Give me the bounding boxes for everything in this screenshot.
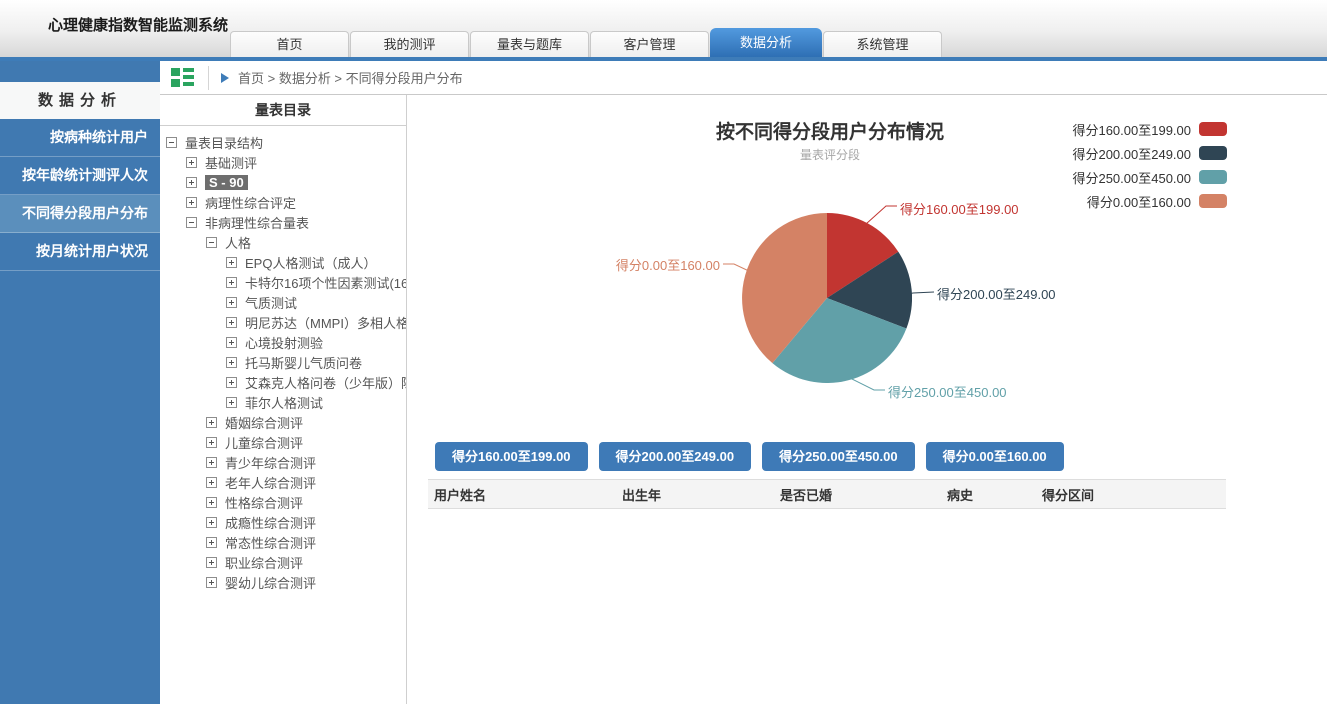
tree-node[interactable]: 明尼苏达（MMPI）多相人格测试 (160, 312, 406, 332)
expand-icon[interactable] (206, 517, 217, 528)
breadcrumb: 首页 > 数据分析 > 不同得分段用户分布 (238, 68, 463, 87)
tree-node[interactable]: 成瘾性综合测评 (160, 512, 406, 532)
tree-node[interactable]: 托马斯婴儿气质问卷 (160, 352, 406, 372)
sidebar-title: 数据分析 (0, 82, 160, 119)
collapse-icon[interactable] (206, 237, 217, 248)
column-header-birth-year: 出生年 (616, 485, 774, 504)
tab-system-management[interactable]: 系统管理 (823, 31, 942, 57)
legend-item-160-199[interactable]: 得分160.00至199.00 (1072, 117, 1227, 141)
scale-catalog-tree: 量表目录结构 基础测评 S - 90 病理性综合评定 非病理性综合量表 人格 E… (160, 126, 406, 592)
expand-icon[interactable] (206, 537, 217, 548)
expand-icon[interactable] (186, 157, 197, 168)
legend-swatch-teal (1199, 170, 1227, 184)
legend-swatch-red (1199, 122, 1227, 136)
expand-icon[interactable] (206, 437, 217, 448)
app-title: 心理健康指数智能监测系统 (48, 14, 228, 35)
tree-node[interactable]: 非病理性综合量表 (160, 212, 406, 232)
legend-item-200-249[interactable]: 得分200.00至249.00 (1072, 141, 1227, 165)
tree-node[interactable]: 气质测试 (160, 292, 406, 312)
sidebar-item-score-range-distribution[interactable]: 不同得分段用户分布 (0, 195, 160, 233)
expand-icon[interactable] (226, 297, 237, 308)
column-header-username: 用户姓名 (428, 485, 616, 504)
legend-item-0-160[interactable]: 得分0.00至160.00 (1072, 189, 1227, 213)
tree-node[interactable]: 常态性综合测评 (160, 532, 406, 552)
tree-node[interactable]: 老年人综合测评 (160, 472, 406, 492)
collapse-icon[interactable] (166, 137, 177, 148)
tab-my-assessments[interactable]: 我的测评 (350, 31, 469, 57)
expand-icon[interactable] (226, 377, 237, 388)
breadcrumb-divider (208, 66, 209, 90)
breadcrumb-bar: 首页 > 数据分析 > 不同得分段用户分布 (160, 61, 1327, 95)
expand-icon[interactable] (206, 577, 217, 588)
chart-legend: 得分160.00至199.00 得分200.00至249.00 得分250.00… (1072, 117, 1227, 213)
expand-icon[interactable] (226, 337, 237, 348)
list-view-icon[interactable] (170, 67, 195, 89)
filter-button-250-450[interactable]: 得分250.00至450.00 (762, 442, 915, 471)
legend-swatch-salmon (1199, 194, 1227, 208)
tree-node[interactable]: EPQ人格测试（成人） (160, 252, 406, 272)
tree-node[interactable]: 基础测评 (160, 152, 406, 172)
column-header-medical-history: 病史 (941, 485, 1036, 504)
filter-button-160-199[interactable]: 得分160.00至199.00 (435, 442, 588, 471)
tree-node[interactable]: 卡特尔16项个性因素测试(16PF) (160, 272, 406, 292)
filter-button-0-160[interactable]: 得分0.00至160.00 (926, 442, 1064, 471)
expand-icon[interactable] (206, 457, 217, 468)
tree-node[interactable]: 菲尔人格测试 (160, 392, 406, 412)
expand-icon[interactable] (226, 277, 237, 288)
expand-icon[interactable] (226, 317, 237, 328)
content-area: 首页 > 数据分析 > 不同得分段用户分布 量表目录 量表目录结构 基础测评 S… (160, 61, 1327, 704)
expand-icon[interactable] (206, 477, 217, 488)
collapse-icon[interactable] (186, 217, 197, 228)
top-header: 心理健康指数智能监测系统 首页 我的测评 量表与题库 客户管理 数据分析 系统管… (0, 0, 1327, 57)
tab-data-analysis[interactable]: 数据分析 (710, 28, 822, 57)
breadcrumb-arrow-icon (221, 73, 229, 83)
chart-title: 按不同得分段用户分布情况 (716, 117, 944, 144)
tree-node[interactable]: 病理性综合评定 (160, 192, 406, 212)
pie-label-0-160: 得分0.00至160.00 (616, 255, 720, 274)
tree-node-selected[interactable]: S - 90 (160, 172, 406, 192)
tree-node[interactable]: 青少年综合测评 (160, 452, 406, 472)
expand-icon[interactable] (226, 397, 237, 408)
tree-node[interactable]: 人格 (160, 232, 406, 252)
sidebar-spacer (0, 61, 160, 82)
tree-node-root[interactable]: 量表目录结构 (160, 132, 406, 152)
sidebar-item-stats-by-month[interactable]: 按月统计用户状况 (0, 233, 160, 271)
column-header-score-range: 得分区间 (1036, 485, 1216, 504)
tree-node[interactable]: 婴幼儿综合测评 (160, 572, 406, 592)
legend-swatch-dark (1199, 146, 1227, 160)
filter-button-200-249[interactable]: 得分200.00至249.00 (599, 442, 752, 471)
chart-panel: 按不同得分段用户分布情况 量表评分段 得分160.00至199.00 得分200… (407, 95, 1327, 704)
tab-customer-management[interactable]: 客户管理 (590, 31, 709, 57)
sidebar: 数据分析 按病种统计用户 按年龄统计测评人次 不同得分段用户分布 按月统计用户状… (0, 61, 160, 704)
expand-icon[interactable] (206, 557, 217, 568)
expand-icon[interactable] (186, 177, 197, 188)
tab-home[interactable]: 首页 (230, 31, 349, 57)
tree-node[interactable]: 艾森克人格问卷（少年版）陈仲庚 (160, 372, 406, 392)
column-header-married: 是否已婚 (774, 485, 941, 504)
tab-scales-question-bank[interactable]: 量表与题库 (470, 31, 589, 57)
tree-node[interactable]: 性格综合测评 (160, 492, 406, 512)
expand-icon[interactable] (226, 357, 237, 368)
score-filter-buttons: 得分160.00至199.00 得分200.00至249.00 得分250.00… (435, 442, 1064, 471)
tree-node[interactable]: 职业综合测评 (160, 552, 406, 572)
pie-chart (742, 213, 912, 383)
tree-node[interactable]: 心境投射测验 (160, 332, 406, 352)
sidebar-item-stats-by-disease[interactable]: 按病种统计用户 (0, 119, 160, 157)
expand-icon[interactable] (226, 257, 237, 268)
expand-icon[interactable] (206, 417, 217, 428)
expand-icon[interactable] (186, 197, 197, 208)
chart-subtitle: 量表评分段 (800, 146, 860, 163)
main-nav-tabs: 首页 我的测评 量表与题库 客户管理 数据分析 系统管理 (230, 28, 943, 57)
scale-catalog-title: 量表目录 (160, 95, 406, 126)
sidebar-item-stats-by-age[interactable]: 按年龄统计测评人次 (0, 157, 160, 195)
tree-node[interactable]: 儿童综合测评 (160, 432, 406, 452)
expand-icon[interactable] (206, 497, 217, 508)
user-table-header: 用户姓名 出生年 是否已婚 病史 得分区间 (428, 479, 1226, 509)
pie-label-250-450: 得分250.00至450.00 (888, 382, 1007, 401)
legend-item-250-450[interactable]: 得分250.00至450.00 (1072, 165, 1227, 189)
tree-node[interactable]: 婚姻综合测评 (160, 412, 406, 432)
pie-label-200-249: 得分200.00至249.00 (937, 284, 1056, 303)
pie-label-160-199: 得分160.00至199.00 (900, 199, 1019, 218)
scale-catalog-panel: 量表目录 量表目录结构 基础测评 S - 90 病理性综合评定 非病理性综合量表… (160, 95, 407, 704)
